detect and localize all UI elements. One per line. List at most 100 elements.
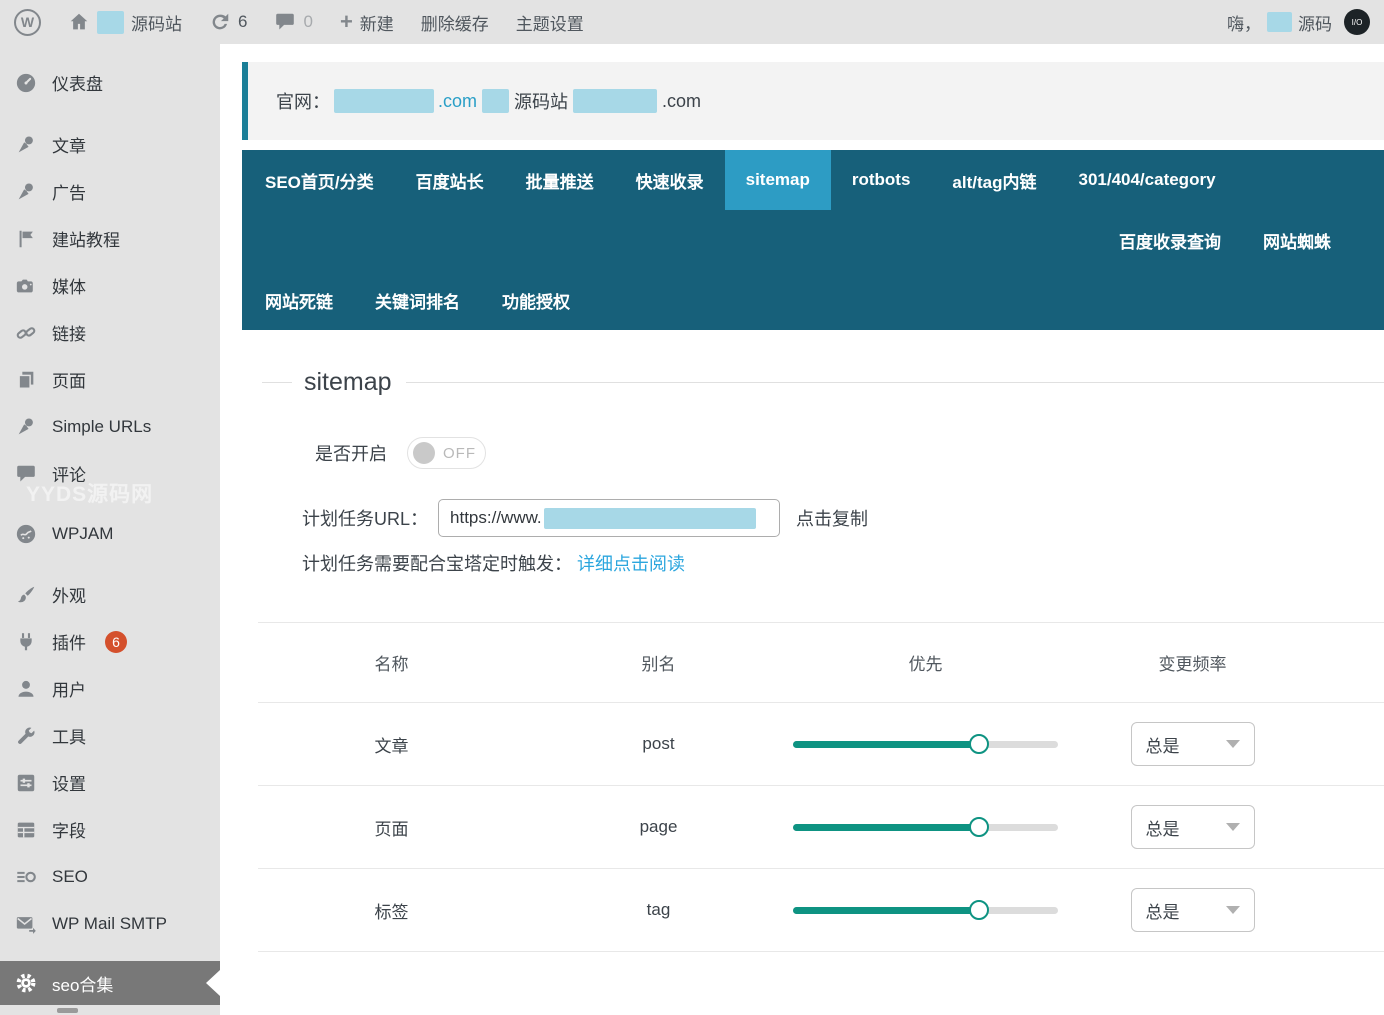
admin-bar-theme-settings[interactable]: 主题设置 [516,10,584,35]
header-frequency: 变更频率 [1158,655,1227,674]
table-grid-icon [15,819,37,841]
admin-bar-new[interactable]: + 新建 [340,9,394,35]
frequency-dropdown[interactable]: 总是 [1130,805,1255,849]
sidebar-item-settings[interactable]: 设置 [0,759,220,806]
copy-button[interactable]: 点击复制 [796,505,868,531]
tab-dead-links[interactable]: 网站死链 [244,270,354,330]
admin-sidebar: 仪表盘 文章 广告 建站教程 媒体 链接 页面 Simple URLs 评论 W… [0,44,220,1015]
enable-toggle[interactable]: OFF [407,437,486,469]
sidebar-item-label: Simple URLs [52,416,152,436]
frequency-value: 总是 [1145,736,1180,756]
slider-fill [793,906,979,914]
sidebar-item-media[interactable]: 媒体 [0,262,220,309]
row-name: 文章 [374,736,409,756]
notice-mid-text: 源码站 [514,92,569,112]
cron-url-input[interactable]: https://www. [438,499,781,537]
sidebar-item-ads[interactable]: 广告 [0,168,220,215]
redacted-url-chip [543,507,756,529]
tab-quick-index[interactable]: 快速收录 [615,150,725,210]
cron-note-text: 计划任务需要配合宝塔定时触发： [302,554,572,574]
seo-lines-icon [15,866,37,888]
tab-rotbots[interactable]: rotbots [831,150,932,210]
comment-bubble-icon [15,463,37,485]
comments-count: 0 [303,12,313,31]
sidebar-item-fields[interactable]: 字段 [0,806,220,853]
priority-slider[interactable] [793,734,1058,754]
sidebar-item-pages[interactable]: 页面 [0,356,220,403]
cron-url-label: 计划任务URL： [302,509,429,529]
seo-tab-navigation: SEO首页/分类 百度站长 批量推送 快速收录 sitemap rotbots … [242,150,1384,330]
home-icon [68,11,90,33]
sidebar-item-label: 外观 [52,587,86,606]
sidebar-item-appearance[interactable]: 外观 [0,571,220,618]
sidebar-item-wpjam[interactable]: WPJAM [0,510,220,557]
sidebar-item-label: 插件 [52,634,86,653]
admin-bar-updates[interactable]: 6 [209,11,247,33]
tab-keyword-ranking[interactable]: 关键词排名 [354,270,481,330]
sidebar-item-dashboard[interactable]: 仪表盘 [0,59,220,106]
sidebar-item-comments[interactable]: 评论 [0,450,220,497]
sidebar-item-wp-mail-smtp[interactable]: WP Mail SMTP [0,900,220,947]
tab-site-spider[interactable]: 网站蜘蛛 [1242,210,1352,270]
sidebar-item-posts[interactable]: 文章 [0,121,220,168]
tab-batch-push[interactable]: 批量推送 [505,150,615,210]
tab-301-404-category[interactable]: 301/404/category [1057,150,1236,210]
sliders-icon [15,772,37,794]
pushpin-icon [15,181,37,203]
site-name-label: 源码站 [131,14,182,34]
tab-feature-license[interactable]: 功能授权 [481,270,591,330]
greeting-label: 嗨， [1227,14,1261,34]
slider-knob[interactable] [968,900,989,920]
sidebar-item-simple-urls[interactable]: Simple URLs [0,403,220,450]
cron-note-row: 计划任务需要配合宝塔定时触发： 详细点击阅读 [302,550,1384,576]
tab-baidu-webmaster[interactable]: 百度站长 [395,150,505,210]
sidebar-item-label: seo合集 [52,975,114,995]
tab-alt-tag-links[interactable]: alt/tag内链 [931,150,1057,210]
admin-top-bar: W 源码站 6 0 + 新建 删除缓存 主题设置 嗨， 源码 I/O [0,0,1384,44]
wordpress-logo-icon[interactable]: W [14,8,41,36]
sidebar-item-label: 链接 [52,325,86,344]
redacted-domain-chip [573,89,658,113]
admin-bar-site-link[interactable]: 源码站 [68,10,182,35]
tab-sitemap[interactable]: sitemap [724,150,831,210]
toggle-knob [413,442,435,464]
tab-row-2: 百度收录查询 网站蜘蛛 [242,210,1384,270]
sidebar-item-seo[interactable]: SEO [0,853,220,900]
notice-com-plain: .com [662,90,702,111]
slider-fill [793,740,979,748]
tab-seo-home[interactable]: SEO首页/分类 [244,150,395,210]
row-alias: tag [646,900,671,919]
priority-slider[interactable] [793,817,1058,837]
pushpin-icon [15,134,37,156]
sidebar-item-users[interactable]: 用户 [0,665,220,712]
table-row: 文章 post 总是 [258,703,1384,786]
tab-baidu-index-query[interactable]: 百度收录查询 [1098,210,1242,270]
admin-bar-clear-cache[interactable]: 删除缓存 [421,10,489,35]
sidebar-item-links[interactable]: 链接 [0,309,220,356]
priority-slider[interactable] [793,900,1058,920]
gauge-icon [15,72,37,94]
read-details-link[interactable]: 详细点击阅读 [577,554,685,574]
admin-bar-comments[interactable]: 0 [274,11,313,33]
sidebar-item-plugins[interactable]: 插件 6 [0,618,220,665]
enable-label: 是否开启 [315,444,387,464]
header-priority: 优先 [908,655,943,674]
notice-com-link[interactable]: .com [438,91,477,112]
plug-icon [15,631,37,653]
next-item-partial [57,1008,78,1013]
sidebar-item-tools[interactable]: 工具 [0,712,220,759]
chevron-down-icon [1225,906,1240,914]
frequency-dropdown[interactable]: 总是 [1130,722,1255,766]
row-name: 页面 [374,819,409,839]
slider-knob[interactable] [968,734,989,754]
chevron-down-icon [1225,740,1240,748]
admin-bar-account[interactable]: 嗨， 源码 I/O [1227,9,1370,35]
slider-fill [793,823,979,831]
sidebar-item-seo-collection[interactable]: seo合集 [0,961,220,1005]
envelope-icon [15,913,37,935]
slider-knob[interactable] [968,817,989,837]
frequency-dropdown[interactable]: 总是 [1130,888,1255,932]
active-item-arrow [206,970,220,996]
new-label: 新建 [359,14,394,34]
sidebar-item-tutorials[interactable]: 建站教程 [0,215,220,262]
